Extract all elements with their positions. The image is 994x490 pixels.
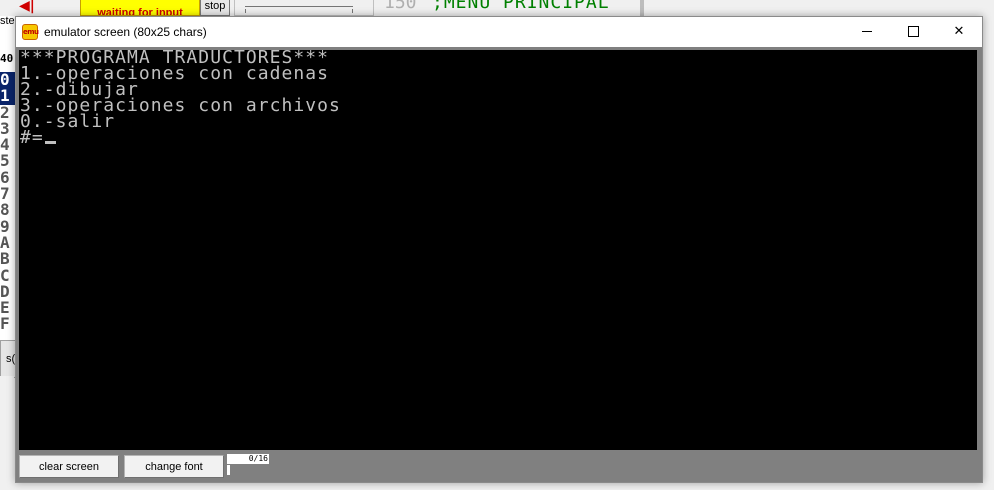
background-window-bottom: [0, 376, 14, 490]
stop-button[interactable]: stop: [200, 0, 230, 16]
console-screen[interactable]: ***PROGRAMA TRADUCTORES*** 1.-operacione…: [19, 50, 977, 450]
page-counter: 0/16: [227, 454, 269, 464]
source-code-line: ;MENU PRINCIPAL: [432, 0, 610, 13]
close-button[interactable]: ✕: [936, 17, 982, 47]
slider-ticks: [245, 9, 353, 13]
text-cursor: [44, 141, 56, 144]
memory-address-label: 40: [0, 52, 14, 65]
memory-hex-column[interactable]: 0 1 2 3 4 5 6 7 8 9 A B C D E F: [0, 71, 16, 333]
console-prompt: #=: [20, 127, 44, 148]
title-bar[interactable]: emu emulator screen (80x25 chars) ✕: [16, 17, 982, 47]
slider-track: [245, 6, 353, 7]
screen-footer: clear screen change font 0/16: [16, 452, 982, 482]
minimize-icon: [862, 31, 872, 32]
source-panel-edge: [640, 0, 644, 16]
change-font-button[interactable]: change font: [124, 455, 224, 478]
status-waiting-for-input: waiting for input: [80, 0, 200, 16]
background-button-label: s(: [6, 353, 16, 365]
maximize-button[interactable]: [890, 17, 936, 47]
window-title: emulator screen (80x25 chars): [44, 25, 207, 39]
step-delay-slider[interactable]: [234, 0, 374, 16]
emulator-screen-window: emu emulator screen (80x25 chars) ✕ ***P…: [15, 16, 983, 483]
maximize-icon: [907, 26, 919, 37]
line-number: 150: [384, 0, 417, 13]
close-icon: ✕: [953, 24, 965, 39]
registers-label: ste: [0, 15, 15, 27]
run-back-icon[interactable]: ◀|: [19, 0, 35, 14]
clear-screen-button[interactable]: clear screen: [19, 455, 119, 478]
hex-digit[interactable]: F: [0, 316, 16, 333]
console-prompt-line: #=: [20, 127, 56, 148]
emu8086-app-icon[interactable]: emu: [22, 24, 39, 40]
minimize-button[interactable]: [844, 17, 890, 47]
page-scroll-indicator[interactable]: [227, 465, 230, 475]
